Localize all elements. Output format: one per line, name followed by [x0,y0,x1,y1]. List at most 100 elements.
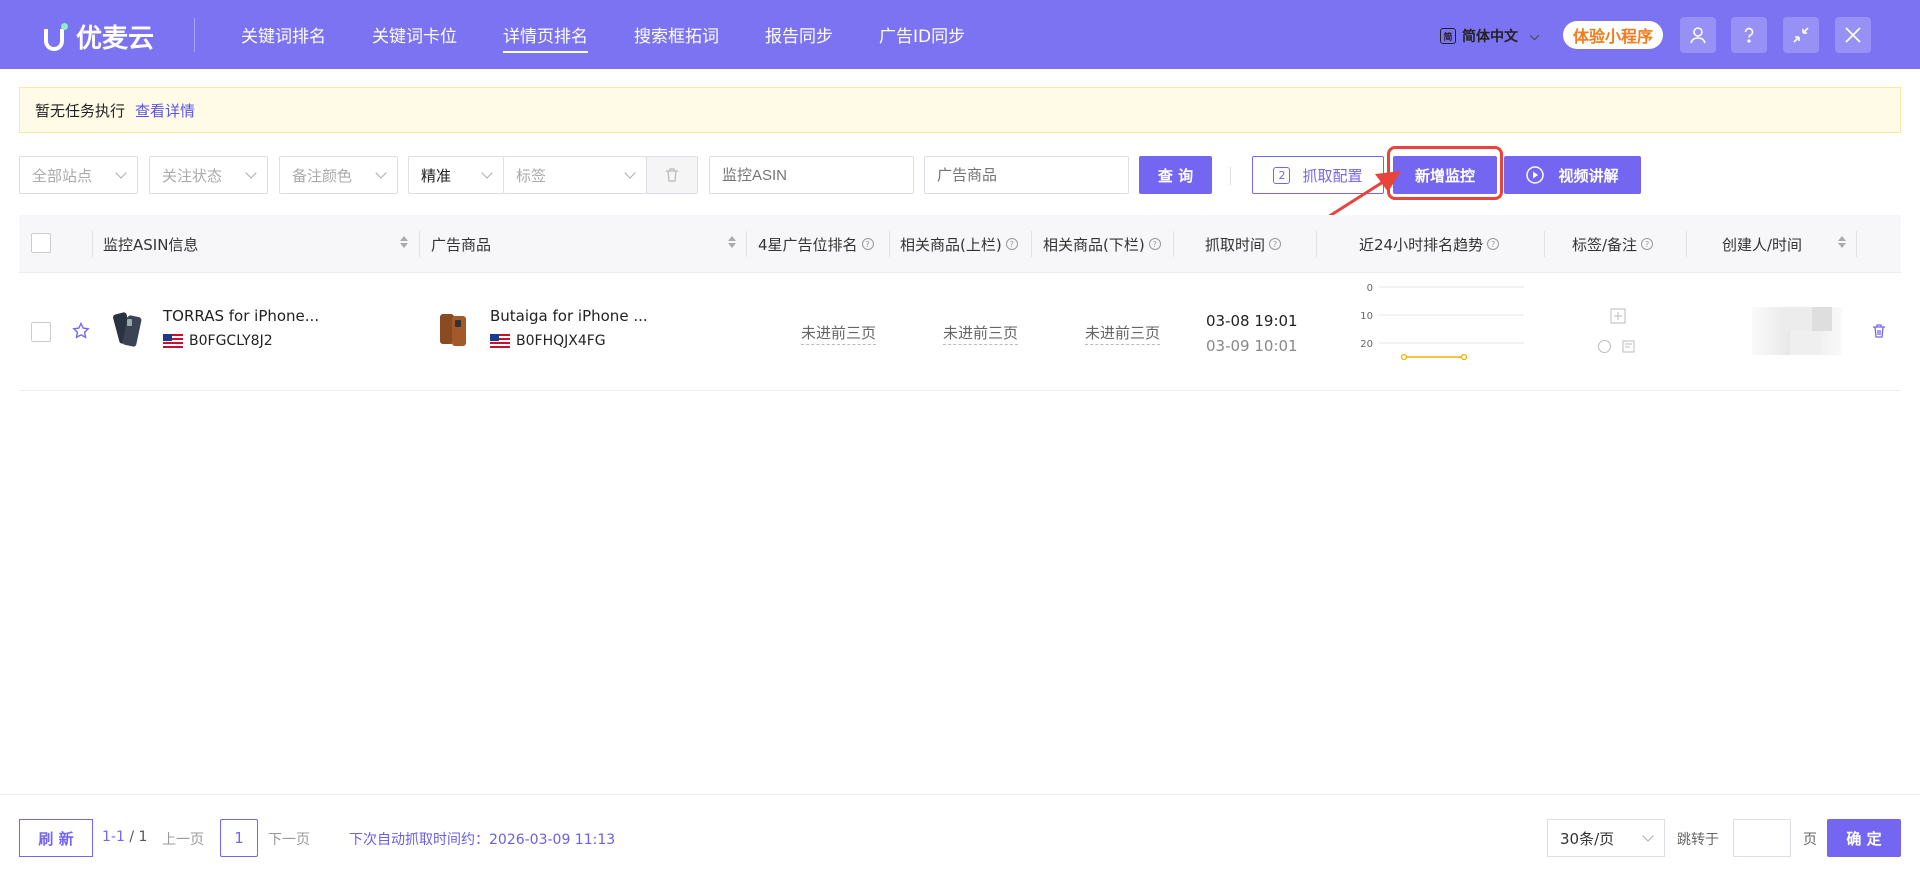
star-icon[interactable] [72,322,90,340]
col-asin-info: 监控ASIN信息 [103,235,199,254]
fetch-time-1: 03-08 19:01 [1206,312,1298,330]
nav-detail-rank[interactable]: 详情页排名 [503,16,588,53]
col-creator: 创建人/时间 [1722,235,1803,254]
page-size-select[interactable]: 30条/页 [1547,819,1665,857]
chevron-down-icon: ⌵ [1530,28,1540,43]
clear-tag-button[interactable] [646,156,698,194]
notice-text: 暂无任务执行 [35,101,126,120]
mini-program-button[interactable]: 体验小程序 [1563,21,1664,49]
col-tag-note: 标签/备注? [1572,215,1654,273]
match-select[interactable]: 精准 [408,156,504,194]
trash-icon [666,168,678,182]
nav-report-sync[interactable]: 报告同步 [765,16,833,53]
user-button[interactable] [1680,17,1716,53]
ad-product-title[interactable]: Butaiga for iPhone ... [490,307,648,325]
note-icon[interactable] [1621,339,1636,354]
asin-search-input[interactable] [709,156,914,194]
user-icon [1690,27,1706,44]
col-related-upper: 相关商品(上栏)? [900,215,1018,273]
jump-page-input[interactable] [1733,819,1791,857]
row-checkbox[interactable] [31,322,51,342]
refresh-button[interactable]: 刷 新 [19,819,93,857]
help-icon[interactable]: ? [1148,238,1161,250]
fetch-time-2: 03-09 10:01 [1206,337,1298,355]
column-divider [92,231,93,257]
asin-code[interactable]: B0FGCLY8J2 [163,333,273,349]
tag-select[interactable]: 标签 [503,156,647,194]
help-icon[interactable]: ? [1269,238,1282,250]
match-select-label: 精准 [421,166,452,185]
chevron-down-icon [481,167,493,179]
sort-asin-icon[interactable] [400,236,408,248]
help-button[interactable] [1731,17,1767,53]
trend-tick-label: 10 [1360,311,1373,322]
video-guide-button[interactable]: 视频讲解 [1504,156,1641,194]
current-page[interactable]: 1 [220,819,258,857]
product-search-input[interactable] [924,156,1129,194]
column-divider [889,231,890,257]
top-bar: 优麦云 关键词排名 关键词卡位 详情页排名 搜索框拓词 报告同步 广告ID同步 … [0,0,1920,69]
col-ad-product: 广告商品 [431,235,492,254]
rank4-value: 未进前三页 [781,322,896,345]
col-24h-trend: 近24小时排名趋势? [1359,215,1500,273]
filter-divider [1230,167,1231,185]
column-divider [419,231,420,257]
color-dot-icon[interactable] [1597,339,1612,354]
tag-select-label: 标签 [516,166,547,185]
main-nav: 关键词排名 关键词卡位 详情页排名 搜索框拓词 报告同步 广告ID同步 [241,0,965,69]
footer-bar: 刷 新 1-1 / 1 上一页 1 下一页 下次自动抓取时间约：2026-03-… [0,794,1920,878]
nav-search-expand[interactable]: 搜索框拓词 [634,16,719,53]
trend-tick-label: 0 [1367,283,1373,294]
upper-value-text: 未进前三页 [942,324,1018,345]
notice-detail-link[interactable]: 查看详情 [135,100,195,121]
sort-creator-icon[interactable] [1838,236,1846,248]
help-icon[interactable]: ? [1641,238,1654,250]
delete-icon[interactable] [1871,323,1887,339]
collapse-icon [1793,27,1809,43]
color-select[interactable]: 备注颜色 [279,156,398,194]
query-button[interactable]: 查 询 [1139,156,1212,194]
upper-value: 未进前三页 [923,322,1038,345]
nav-keyword-slot[interactable]: 关键词卡位 [372,16,457,53]
asin-product-image [107,310,147,350]
ad-product-asin[interactable]: B0FHQJX4FG [490,333,606,349]
status-select[interactable]: 关注状态 [149,156,268,194]
ad-product-image [436,310,472,350]
asin-title[interactable]: TORRAS for iPhone... [163,307,319,325]
us-flag-icon [163,334,183,348]
jump-label: 跳转于 [1677,832,1719,848]
col-tag-note-label: 标签/备注 [1572,235,1638,254]
logo-divider [194,18,195,52]
col-related-lower-label: 相关商品(下栏) [1043,235,1145,254]
nav-keyword-rank[interactable]: 关键词排名 [241,16,326,53]
us-flag-icon [490,334,510,348]
logo[interactable]: 优麦云 [44,18,154,55]
help-icon[interactable]: ? [1487,238,1500,250]
col-related-upper-label: 相关商品(上栏) [900,235,1002,254]
help-icon[interactable]: ? [861,238,874,250]
site-select[interactable]: 全部站点 [19,156,138,194]
sort-product-icon[interactable] [728,236,736,248]
add-tag-icon[interactable] [1610,308,1626,324]
table-row: TORRAS for iPhone... B0FGCLY8J2 Butaiga … [19,274,1901,391]
creator-avatar [1752,307,1842,355]
confirm-jump-button[interactable]: 确 定 [1827,819,1901,857]
page-unit-label: 页 [1803,832,1817,848]
asin-code-text: B0FGCLY8J2 [189,333,273,349]
question-icon [1744,27,1754,43]
table-header: 监控ASIN信息 广告商品 4星广告位排名? 相关商品(上栏)? 相关商品(下栏… [19,215,1901,273]
prev-page-button[interactable]: 上一页 [162,829,204,849]
nav-ad-id-sync[interactable]: 广告ID同步 [879,16,965,53]
trend-point[interactable] [1400,353,1408,361]
select-all-checkbox[interactable] [31,233,51,253]
chevron-down-icon [375,167,387,179]
lower-value-text: 未进前三页 [1084,324,1160,345]
col-fetch-time: 抓取时间? [1205,215,1282,273]
chevron-down-icon [1642,830,1654,842]
help-icon[interactable]: ? [1005,238,1018,250]
language-selector[interactable]: 简 简体中文 ⌵ [1440,26,1539,46]
next-page-button[interactable]: 下一页 [268,829,310,849]
close-button[interactable] [1835,17,1871,53]
minimize-button[interactable] [1783,17,1819,53]
trend-point[interactable] [1460,353,1468,361]
